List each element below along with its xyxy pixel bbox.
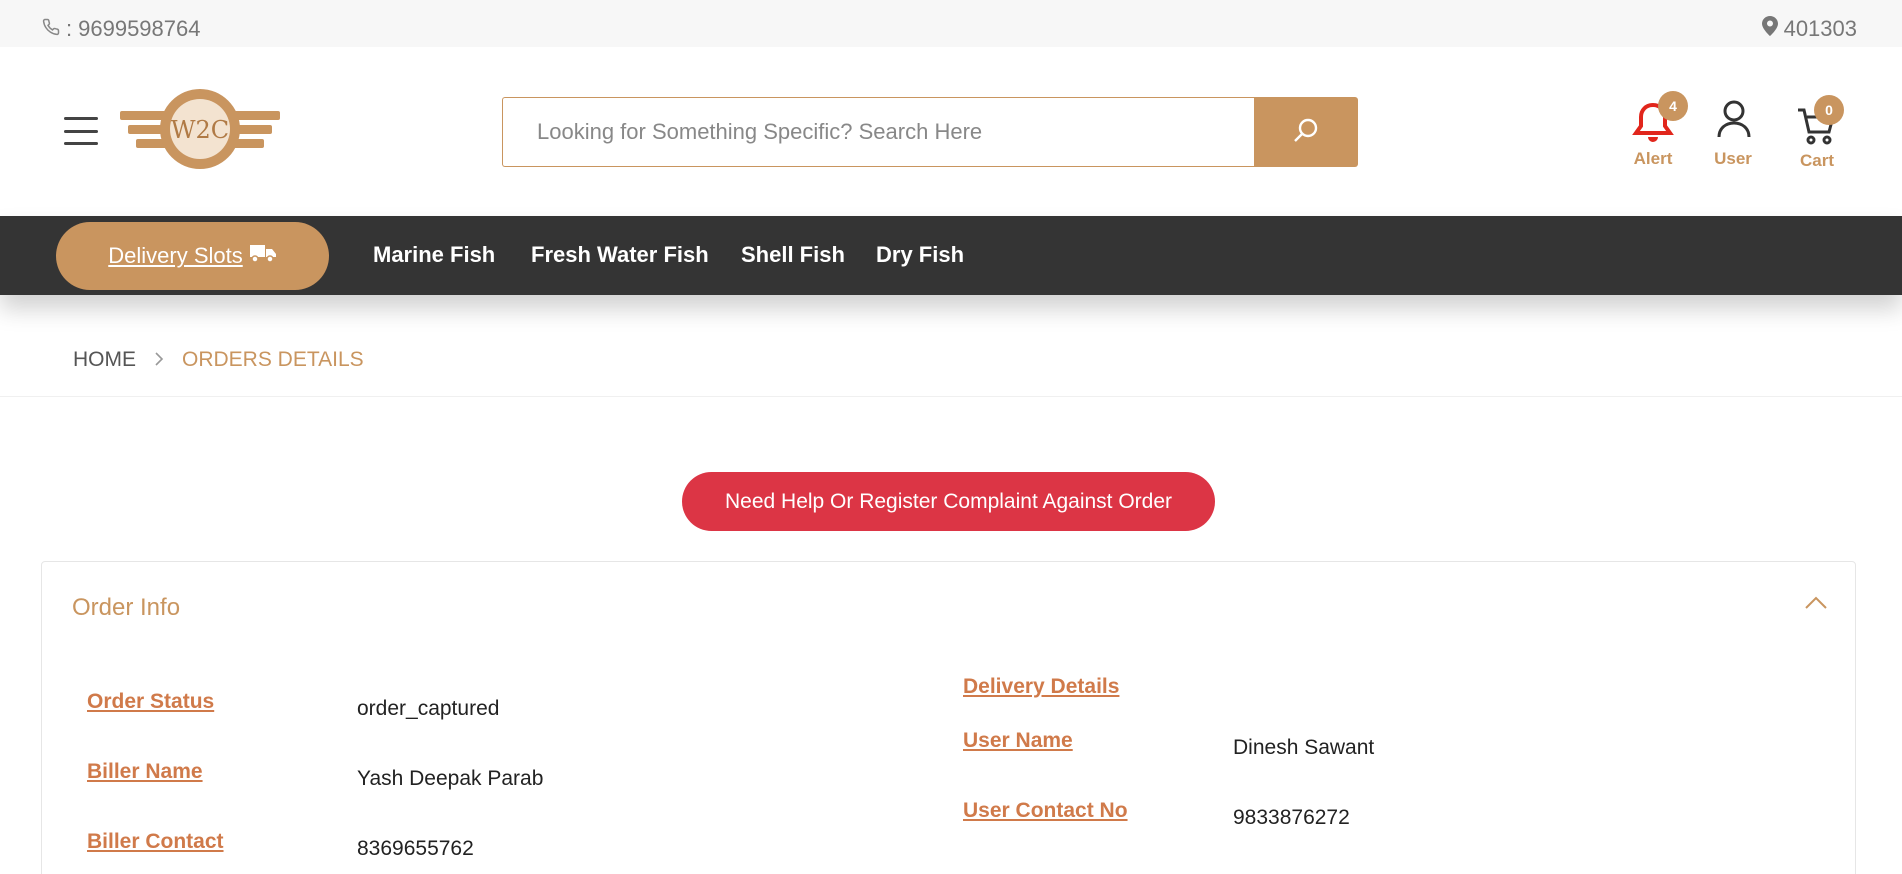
pincode-info[interactable]: 401303 [1761, 16, 1857, 42]
delivery-slots-label: Delivery Slots [108, 243, 243, 268]
nav-shell-fish[interactable]: Shell Fish [741, 242, 845, 268]
top-bar: : 9699598764 401303 [0, 0, 1902, 47]
user-name-label: User Name [963, 729, 1073, 752]
phone-number: 9699598764 [78, 16, 201, 41]
nav-fresh-water-fish[interactable]: Fresh Water Fish [531, 242, 709, 268]
search-bar [502, 97, 1358, 167]
category-nav: Delivery Slots Marine Fish Fresh Water F… [0, 216, 1902, 295]
order-info-title: Order Info [72, 594, 181, 621]
logo-text: W2C [171, 116, 229, 144]
delivery-slots-button[interactable]: Delivery Slots [56, 222, 329, 290]
cart-label: Cart [1799, 151, 1834, 170]
pincode: 401303 [1783, 16, 1857, 41]
phone-icon [42, 16, 60, 42]
user-contact-label: User Contact No [963, 799, 1128, 822]
order-status-value: order_captured [357, 697, 500, 720]
user-contact-value: 9833876272 [1233, 806, 1350, 829]
user-name-value: Dinesh Sawant [1233, 736, 1375, 759]
biller-name-value: Yash Deepak Parab [357, 767, 544, 790]
alert-count-badge: 4 [1658, 91, 1688, 121]
alert-button[interactable]: 4 Alert [1618, 91, 1688, 177]
search-icon [1292, 116, 1320, 149]
cart-count-badge: 0 [1814, 95, 1844, 125]
header: W2C 4 Alert User 0 Cart [0, 47, 1902, 216]
order-info-card: Order Info Order Status order_captured B… [41, 561, 1856, 874]
logo[interactable]: W2C [120, 83, 280, 175]
breadcrumb-home[interactable]: HOME [73, 348, 136, 372]
user-icon [1716, 99, 1752, 144]
menu-icon[interactable] [64, 117, 98, 145]
biller-contact-label: Biller Contact [87, 830, 224, 853]
divider [0, 396, 1902, 397]
user-label: User [1714, 149, 1752, 168]
user-button[interactable]: User [1698, 97, 1768, 177]
alert-label: Alert [1633, 149, 1673, 168]
cart-button[interactable]: 0 Cart [1782, 95, 1852, 177]
breadcrumb-current: ORDERS DETAILS [182, 348, 364, 371]
help-complaint-button[interactable]: Need Help Or Register Complaint Against … [682, 472, 1215, 531]
search-button[interactable] [1254, 97, 1358, 167]
nav-dry-fish[interactable]: Dry Fish [876, 242, 964, 268]
phone-prefix: : [66, 16, 73, 41]
location-pin-icon [1761, 16, 1778, 42]
chevron-up-icon[interactable] [1805, 596, 1827, 615]
biller-name-label: Biller Name [87, 760, 203, 783]
nav-marine-fish[interactable]: Marine Fish [373, 242, 495, 268]
delivery-details-heading: Delivery Details [963, 675, 1120, 698]
breadcrumb: HOME ORDERS DETAILS [73, 348, 364, 372]
truck-icon [249, 243, 277, 269]
search-input[interactable] [502, 97, 1254, 167]
order-status-label: Order Status [87, 690, 215, 713]
phone-info[interactable]: : 9699598764 [42, 16, 200, 42]
biller-contact-value: 8369655762 [357, 837, 474, 860]
chevron-right-icon [154, 350, 164, 371]
